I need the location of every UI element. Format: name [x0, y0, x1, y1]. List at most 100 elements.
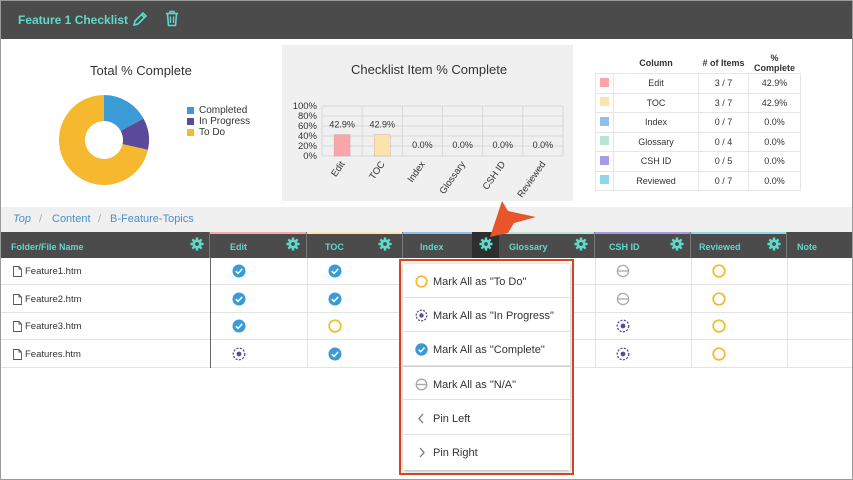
- breadcrumb-top[interactable]: Top: [13, 213, 31, 225]
- bar-toc: [374, 134, 391, 157]
- status-column-name: Edit: [613, 73, 699, 94]
- todo-circle-icon[interactable]: [712, 264, 726, 278]
- column-header-file-name[interactable]: Folder/File Name: [1, 232, 210, 258]
- file-icon: [13, 321, 22, 332]
- status-item-count: 0 / 7: [698, 170, 749, 191]
- total-chart-title: Total % Complete: [90, 63, 192, 78]
- pencil-icon[interactable]: [132, 11, 148, 27]
- file-icon: [13, 293, 22, 305]
- todo-circle-icon[interactable]: [712, 291, 726, 306]
- status-pct-complete: 0.0%: [748, 151, 801, 172]
- color-swatch: [600, 77, 609, 87]
- y-tick-label: 0%: [303, 151, 317, 162]
- file-icon: [13, 348, 22, 360]
- status-table-row: Glossary 0 / 4 0.0%: [595, 131, 801, 152]
- breadcrumb-folder[interactable]: B-Feature-Topics: [110, 213, 194, 225]
- gear-icon[interactable]: [190, 237, 204, 251]
- check-circle-icon: [415, 343, 428, 356]
- color-swatch: [600, 136, 609, 146]
- status-table-row: CSH ID 0 / 5 0.0%: [595, 151, 801, 172]
- na-circle-icon: [415, 378, 428, 391]
- check-circle-icon[interactable]: [232, 264, 246, 278]
- gear-icon[interactable]: [574, 237, 588, 251]
- status-column-name: TOC: [613, 92, 699, 113]
- column-header-toc[interactable]: TOC: [307, 232, 403, 258]
- chevron-right-icon: [419, 447, 425, 458]
- color-swatch: [600, 175, 609, 185]
- gear-icon[interactable]: [286, 237, 300, 251]
- check-circle-icon[interactable]: [328, 264, 342, 278]
- in-progress-icon[interactable]: [616, 319, 630, 333]
- status-column-name: CSH ID: [613, 151, 699, 172]
- bar-value-label: 0.0%: [492, 140, 513, 150]
- todo-circle-icon[interactable]: [712, 346, 726, 361]
- na-circle-icon[interactable]: [616, 292, 630, 306]
- menu-item-pin-left[interactable]: Pin Left: [403, 401, 570, 435]
- todo-circle-icon[interactable]: [712, 319, 726, 333]
- bar-value-label: 0.0%: [533, 140, 554, 150]
- check-circle-icon[interactable]: [328, 347, 342, 361]
- todo-circle-icon[interactable]: [328, 319, 342, 333]
- item-complete-chart-panel: Checklist Item % Complete 100% 80% 60% 40% 2…: [282, 45, 573, 201]
- status-table-header-column: Column: [639, 58, 673, 68]
- status-item-count: 3 / 7: [698, 73, 749, 94]
- status-item-count: 0 / 7: [698, 112, 749, 133]
- na-circle-icon[interactable]: [616, 264, 630, 278]
- x-tick-label: Glossary: [438, 159, 469, 196]
- column-header-reviewed[interactable]: Reviewed: [691, 232, 787, 258]
- column-header-note[interactable]: Note: [787, 232, 852, 258]
- column-context-menu: Mark All as "To Do" Mark All as "In Prog…: [403, 264, 570, 470]
- color-swatch: [600, 155, 609, 165]
- top-bar: Feature 1 Checklist: [1, 1, 852, 39]
- column-header-index[interactable]: Index: [403, 232, 499, 258]
- x-tick-label: CSH ID: [481, 159, 509, 192]
- gear-icon[interactable]: [670, 237, 684, 251]
- checklist-title: Feature 1 Checklist: [18, 13, 129, 27]
- check-circle-icon[interactable]: [232, 292, 246, 306]
- in-progress-icon[interactable]: [232, 347, 246, 361]
- status-item-count: 3 / 7: [698, 92, 749, 113]
- item-complete-bar-chart: 100%80%60%40%20%0%42.9%Edit42.9%TOC0.0%I…: [293, 101, 564, 200]
- legend-item-to-do: To Do: [187, 127, 250, 138]
- legend-item-completed: Completed: [187, 105, 250, 116]
- status-pct-complete: 42.9%: [748, 92, 801, 113]
- menu-item-pin-right[interactable]: Pin Right: [403, 435, 570, 469]
- status-table: Column # of Items % Complete Edit 3 / 7 42…: [595, 53, 801, 191]
- check-circle-icon[interactable]: [328, 292, 342, 306]
- checklist-window: Feature 1 Checklist Total % Complete Com…: [0, 0, 853, 480]
- bar-edit: [333, 134, 351, 157]
- column-header-csh-id[interactable]: CSH ID: [595, 232, 691, 258]
- todo-circle-icon: [415, 275, 428, 288]
- file-icon: [13, 266, 22, 277]
- trash-icon[interactable]: [164, 10, 180, 27]
- in-progress-icon[interactable]: [616, 347, 630, 361]
- color-swatch: [600, 97, 609, 107]
- in-progress-icon: [415, 309, 428, 322]
- gear-icon[interactable]: [767, 237, 781, 251]
- status-pct-complete: 0.0%: [748, 131, 801, 152]
- status-item-count: 0 / 4: [698, 131, 749, 152]
- menu-item-mark-complete[interactable]: Mark All as "Complete": [403, 332, 570, 366]
- breadcrumb: Top / Content / B-Feature-Topics: [1, 207, 852, 232]
- status-table-row: Reviewed 0 / 7 0.0%: [595, 170, 801, 191]
- total-complete-donut-chart: [59, 95, 149, 185]
- status-table-header-pct: % Complete: [753, 53, 795, 73]
- menu-item-mark-todo[interactable]: Mark All as "To Do": [403, 264, 570, 298]
- status-column-name: Index: [613, 112, 699, 133]
- status-column-name: Reviewed: [613, 170, 699, 191]
- color-swatch: [600, 116, 609, 126]
- check-circle-icon[interactable]: [232, 319, 246, 333]
- status-table-row: Index 0 / 7 0.0%: [595, 112, 801, 133]
- menu-item-mark-na[interactable]: Mark All as "N/A": [403, 366, 570, 400]
- status-pct-complete: 0.0%: [748, 170, 801, 191]
- menu-item-mark-in-progress[interactable]: Mark All as "In Progress": [403, 298, 570, 332]
- bar-value-label: 0.0%: [412, 140, 433, 150]
- callout-arrow-icon: [490, 201, 536, 237]
- gear-icon[interactable]: [378, 237, 392, 251]
- chevron-left-icon: [418, 413, 424, 424]
- column-header-edit[interactable]: Edit: [210, 232, 307, 258]
- breadcrumb-content[interactable]: Content: [52, 213, 91, 225]
- donut-legend: Completed In Progress To Do: [187, 105, 250, 138]
- x-tick-label: Index: [406, 159, 428, 185]
- status-table-row: Edit 3 / 7 42.9%: [595, 73, 801, 94]
